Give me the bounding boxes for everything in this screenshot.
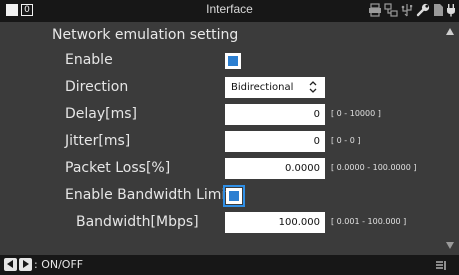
packet-loss-label: Packet Loss[%] bbox=[65, 160, 171, 176]
right-arrow-icon bbox=[23, 260, 29, 268]
scroll-down-arrow-icon[interactable] bbox=[446, 242, 454, 249]
bandwidth-input[interactable]: 100.000 bbox=[225, 212, 325, 233]
packet-loss-range: [ 0.0000 - 100.0000 ] bbox=[331, 163, 417, 172]
jitter-range: [ 0 - 0 ] bbox=[331, 136, 361, 145]
bandwidth-range: [ 0.001 - 100.000 ] bbox=[331, 217, 407, 226]
footer-hint: : ON/OFF bbox=[34, 258, 84, 271]
bottom-bar: : ON/OFF bbox=[0, 255, 459, 275]
bandwidth-limit-label: Enable Bandwidth Limit bbox=[65, 187, 231, 203]
left-arrow-icon bbox=[7, 260, 13, 268]
direction-label: Direction bbox=[65, 79, 129, 95]
jitter-input[interactable]: 0 bbox=[225, 131, 325, 152]
page-heading: Network emulation setting bbox=[52, 27, 239, 43]
scroll-up-arrow-icon[interactable] bbox=[446, 28, 454, 35]
plug-icon bbox=[447, 4, 455, 17]
delay-range: [ 0 - 10000 ] bbox=[331, 109, 381, 118]
usb-icon bbox=[401, 4, 413, 17]
direction-select[interactable]: Bidirectional bbox=[225, 77, 325, 98]
direction-select-value: Bidirectional bbox=[231, 82, 294, 93]
screen: 0 Interface Network emulation setting En… bbox=[0, 0, 459, 275]
packet-loss-input[interactable]: 0.0000 bbox=[225, 158, 325, 179]
printer-icon bbox=[369, 3, 381, 17]
menu-icon[interactable] bbox=[435, 259, 447, 271]
bandwidth-limit-checkbox[interactable] bbox=[223, 185, 245, 207]
sd-card-icon bbox=[434, 4, 443, 16]
up-down-chevron-icon bbox=[309, 81, 317, 93]
jitter-label: Jitter[ms] bbox=[65, 133, 131, 149]
right-arrow-button[interactable] bbox=[19, 258, 32, 271]
checkbox-check-mark bbox=[228, 56, 238, 66]
checkbox-check-mark bbox=[229, 191, 239, 201]
wrench-icon bbox=[416, 3, 430, 17]
enable-label: Enable bbox=[65, 52, 113, 68]
delay-label: Delay[ms] bbox=[65, 106, 138, 122]
network-icon bbox=[384, 3, 398, 17]
enable-checkbox[interactable] bbox=[225, 53, 241, 69]
status-bar: 0 Interface bbox=[0, 0, 459, 22]
delay-input[interactable]: 0 bbox=[225, 104, 325, 125]
left-arrow-button[interactable] bbox=[4, 258, 17, 271]
bandwidth-label: Bandwidth[Mbps] bbox=[76, 214, 199, 230]
